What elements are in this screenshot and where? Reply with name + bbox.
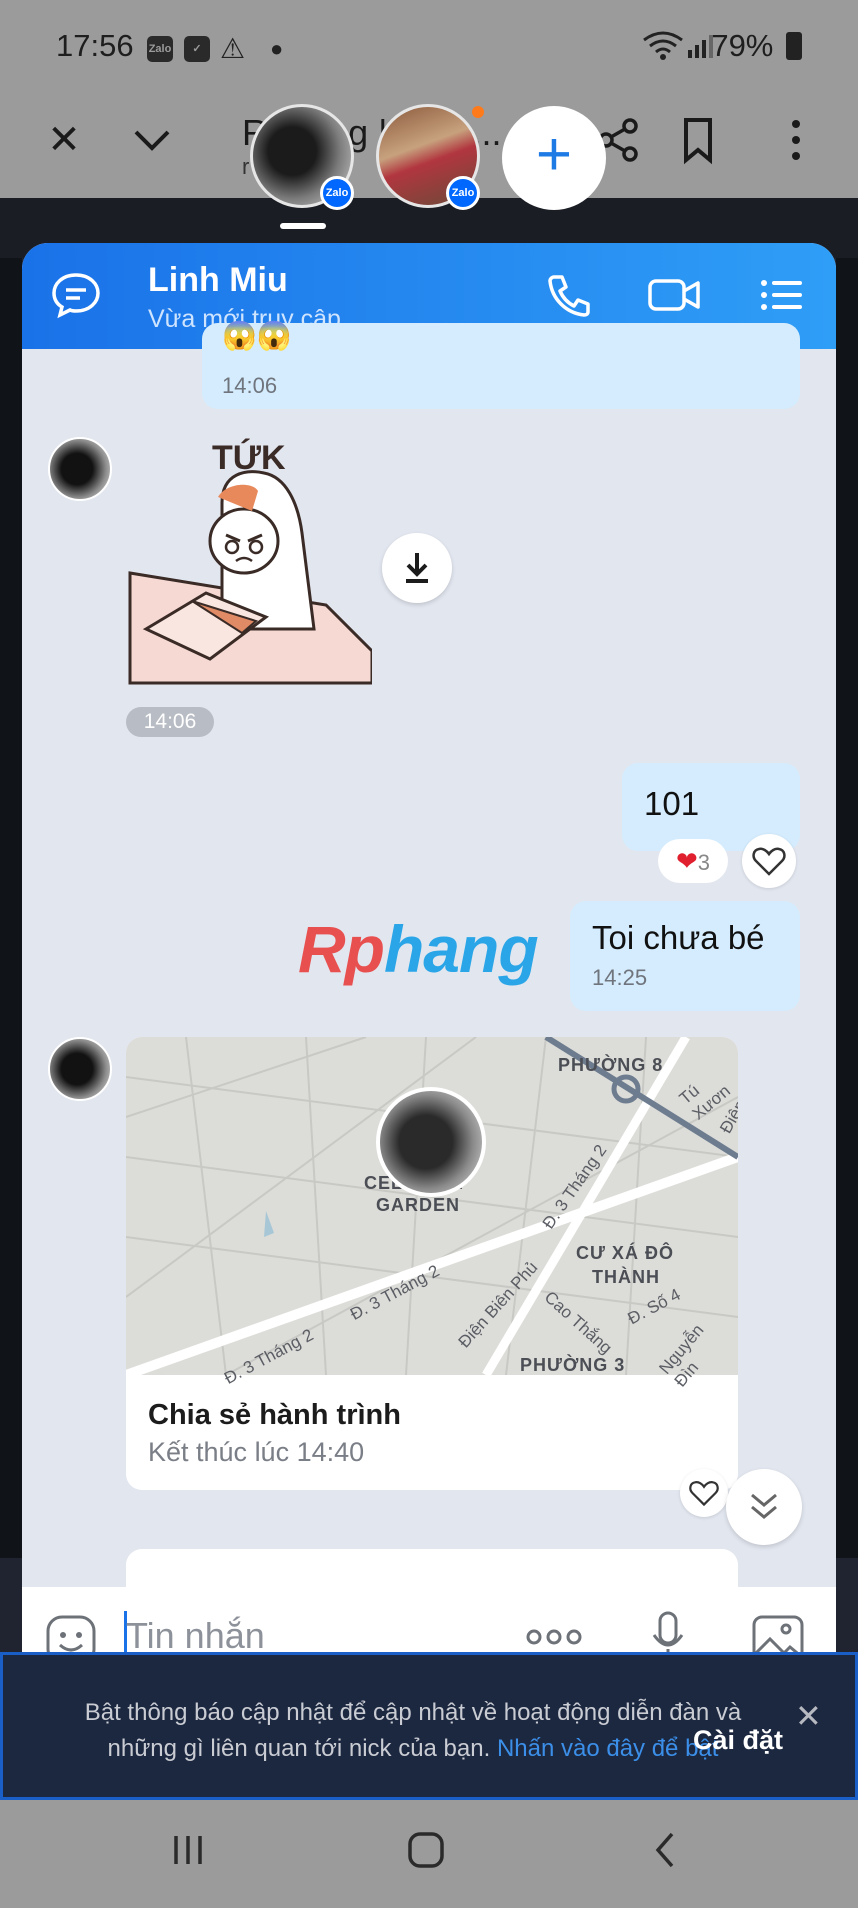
video-call-icon[interactable] — [646, 271, 700, 319]
add-bubble-button[interactable]: + — [502, 106, 606, 210]
menu-list-icon[interactable] — [758, 271, 810, 319]
share-card-title: Chia sẻ hành trình — [148, 1399, 401, 1431]
back-icon[interactable] — [650, 1830, 680, 1880]
notification-banner: Bật thông báo cập nhật để cập nhật về ho… — [0, 1652, 858, 1800]
contact-name: Linh Miu — [148, 261, 288, 299]
chat-bubble-icon[interactable] — [50, 271, 102, 319]
battery-percent: 79% — [711, 28, 802, 64]
map-label: CƯ XÁ ĐÔ — [576, 1243, 674, 1263]
web-side-left — [0, 258, 22, 1558]
reaction-count-badge[interactable]: ❤3 — [658, 839, 728, 883]
emoji-icon: 😱😱 — [222, 320, 292, 351]
status-bar: 17:56 Zalo ✓ ⚠ ● 79% — [0, 0, 858, 98]
map-label: PHƯỜNG 3 — [520, 1355, 626, 1375]
sticker-time: 14:06 — [126, 707, 214, 737]
link-message-card[interactable] — [126, 1549, 738, 1589]
android-nav-bar — [0, 1800, 858, 1908]
download-button[interactable] — [382, 533, 452, 603]
map-label: PHƯỜNG 8 — [558, 1055, 664, 1075]
red-heart-icon: ❤ — [675, 846, 698, 876]
chat-window: Linh Miu Vừa mới truy cập 😱😱 14:06 TỨK 1… — [22, 243, 836, 1691]
close-tab-button[interactable]: ✕ — [36, 112, 92, 168]
map-location-avatar — [376, 1087, 486, 1197]
wifi-icon — [642, 30, 684, 69]
sent-message-toi-chua-be[interactable]: Toi chưa bé 14:25 — [570, 901, 800, 1011]
zalo-badge-icon: Zalo — [446, 176, 480, 210]
warning-icon: ⚠ — [220, 33, 246, 64]
contact-avatar[interactable] — [48, 437, 112, 501]
check-notification-icon: ✓ — [184, 36, 210, 62]
rphang-watermark: Rphang — [298, 912, 539, 986]
contact-avatar[interactable] — [48, 1037, 112, 1101]
notification-text: Bật thông báo cập nhật để cập nhật về ho… — [84, 1699, 742, 1762]
react-heart-button[interactable] — [680, 1469, 728, 1517]
zalo-badge-icon: Zalo — [320, 176, 354, 210]
double-chevron-down-icon — [751, 1493, 777, 1519]
drag-handle[interactable] — [280, 223, 326, 229]
heart-outline-icon — [689, 1481, 719, 1507]
message-text: Toi chưa bé — [592, 919, 765, 956]
download-icon — [406, 553, 428, 583]
heart-outline-icon — [752, 847, 786, 876]
home-icon[interactable] — [406, 1830, 446, 1880]
more-menu-icon[interactable] — [768, 112, 824, 168]
sticker-image[interactable]: TỨK — [126, 433, 374, 691]
previous-message-bubble[interactable]: 😱😱 14:06 — [202, 320, 800, 409]
share-card-subtitle: Kết thúc lúc 14:40 — [148, 1437, 365, 1467]
map-label: GARDEN — [376, 1195, 461, 1215]
signal-icon — [686, 32, 714, 65]
map-label: THÀNH — [592, 1267, 660, 1287]
bookmark-icon[interactable] — [670, 112, 726, 168]
notification-link[interactable]: Nhấn vào đây để bật — [497, 1735, 719, 1762]
browser-url: r — [242, 154, 250, 179]
chevron-down-icon[interactable] — [124, 112, 180, 168]
phone-call-icon[interactable] — [542, 271, 594, 319]
location-share-card[interactable]: PHƯỜNG 8 Tú Xươn Điện CELADA A GARDEN Đ.… — [126, 1037, 738, 1490]
unread-dot-icon — [472, 106, 484, 118]
message-time: 14:06 — [222, 373, 278, 398]
message-time: 14:25 — [592, 965, 648, 990]
battery-icon — [786, 32, 802, 60]
settings-button[interactable]: Cài đặt — [693, 1725, 783, 1756]
scroll-to-bottom-button[interactable] — [726, 1469, 802, 1545]
zalo-notification-icon: Zalo — [147, 36, 173, 62]
close-icon[interactable]: ✕ — [795, 1697, 822, 1735]
recent-apps-icon[interactable] — [168, 1830, 208, 1880]
web-side-right — [836, 258, 858, 1558]
status-time: 17:56 — [56, 28, 134, 63]
sticker-text: TỨK — [212, 439, 286, 477]
reaction-count: 3 — [697, 850, 711, 875]
dot-icon: ● — [270, 36, 284, 61]
message-input[interactable]: Tin nhắn — [126, 1615, 265, 1657]
react-heart-button[interactable] — [742, 834, 796, 888]
map-preview[interactable]: PHƯỜNG 8 Tú Xươn Điện CELADA A GARDEN Đ.… — [126, 1037, 738, 1391]
